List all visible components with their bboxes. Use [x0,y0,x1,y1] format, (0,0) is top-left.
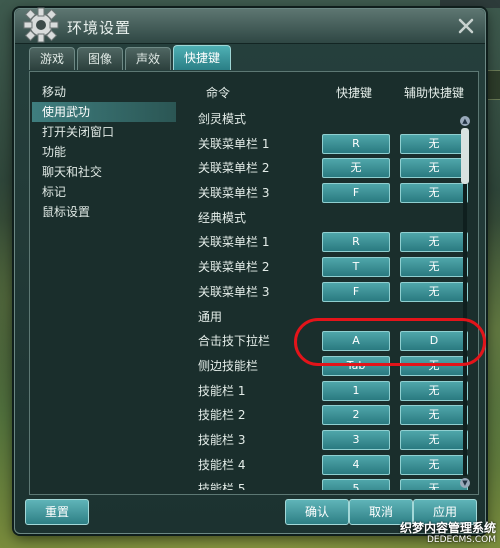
gear-icon [23,7,59,43]
table-row: 技能栏 2 2 无 [186,402,470,427]
confirm-button[interactable]: 确认 [285,499,349,525]
section-label: 通用 [198,309,223,324]
table-row: 技能栏 5 5 无 [186,476,470,490]
command-label: 关联菜单栏 1 [198,136,270,151]
tab-hotkeys[interactable]: 快捷键 [173,45,232,70]
table-row: 关联菜单栏 2 无 无 [186,155,470,180]
table-row: 关联菜单栏 3 F 无 [186,180,470,205]
category-chat-social[interactable]: 聊天和社交 [32,162,182,182]
command-label: 关联菜单栏 2 [198,161,270,176]
close-icon[interactable] [457,17,475,35]
command-label: 关联菜单栏 2 [198,260,270,275]
command-label: 技能栏 5 [198,482,246,490]
tab-graphics[interactable]: 图像 [77,47,124,70]
table-header: 命令 快捷键 辅助快捷键 [186,84,470,102]
title-bar[interactable]: 环境设置 [15,7,485,44]
table-row: 关联菜单栏 1 R 无 [186,229,470,254]
category-mouse-settings[interactable]: 鼠标设置 [32,202,182,222]
table-row: 关联菜单栏 1 R 无 [186,131,470,156]
reset-button[interactable]: 重置 [25,499,89,525]
hotkey-button[interactable]: T [322,257,390,278]
tab-bar: 游戏 图像 声效 快捷键 [29,45,232,71]
table-row: 关联菜单栏 2 T 无 [186,254,470,279]
command-label: 关联菜单栏 1 [198,235,270,250]
alt-hotkey-button[interactable]: 无 [400,454,468,475]
section-row: 经典模式 [186,205,470,230]
category-list: 移动 使用武功 打开关闭窗口 功能 聊天和社交 标记 鼠标设置 [32,74,182,490]
hotkey-button[interactable]: 无 [322,158,390,179]
watermark-line2: DEDECMS.COM [427,535,496,545]
hotkey-button[interactable]: F [322,183,390,204]
command-label: 关联菜单栏 3 [198,186,270,201]
hotkey-button[interactable]: F [322,281,390,302]
hotkey-button[interactable]: 4 [322,454,390,475]
game-hud-top [440,0,500,8]
command-label: 技能栏 4 [198,457,246,472]
tab-sound[interactable]: 声效 [125,47,172,70]
scrollbar[interactable]: ▲ ▼ [460,116,470,488]
alt-hotkey-button[interactable]: 无 [400,158,468,179]
alt-hotkey-button[interactable]: 无 [400,232,468,253]
header-hotkey: 快捷键 [336,86,373,100]
hotkey-button[interactable]: R [322,232,390,253]
command-label: 技能栏 3 [198,432,246,447]
command-label: 侧边技能栏 [198,358,259,373]
command-label: 技能栏 2 [198,408,246,423]
header-command: 命令 [206,86,231,100]
scroll-thumb[interactable] [461,128,469,184]
alt-hotkey-button[interactable]: 无 [400,257,468,278]
category-move[interactable]: 移动 [32,82,182,102]
alt-hotkey-button[interactable]: 无 [400,183,468,204]
table-row: 技能栏 3 3 无 [186,427,470,452]
hotkey-button[interactable]: R [322,133,390,154]
section-row: 剑灵模式 [186,106,470,131]
command-label: 技能栏 1 [198,383,246,398]
hotkey-button[interactable]: 5 [322,479,390,490]
category-function[interactable]: 功能 [32,142,182,162]
header-alt-hotkey: 辅助快捷键 [404,86,465,100]
game-hud-right [486,70,500,100]
hotkey-panel: 移动 使用武功 打开关闭窗口 功能 聊天和社交 标记 鼠标设置 命令 快捷键 辅… [29,71,479,495]
scroll-down-arrow-icon[interactable]: ▼ [460,478,470,488]
watermark-line1: 织梦内容管理系统 [399,521,496,535]
command-label: 合击技下拉栏 [198,334,271,349]
scroll-up-arrow-icon[interactable]: ▲ [460,116,470,126]
table-row: 技能栏 1 1 无 [186,378,470,403]
section-label: 经典模式 [198,210,247,225]
alt-hotkey-button[interactable]: 无 [400,479,468,490]
alt-hotkey-button[interactable]: 无 [400,281,468,302]
category-open-close-window[interactable]: 打开关闭窗口 [32,122,182,142]
settings-window: 环境设置 游戏 图像 声效 快捷键 移动 使用武功 打开关闭窗口 功能 聊天和社… [14,7,486,534]
alt-hotkey-button[interactable]: 无 [400,380,468,401]
command-label: 关联菜单栏 3 [198,284,270,299]
category-use-skills[interactable]: 使用武功 [32,102,176,122]
hotkey-button[interactable]: 2 [322,405,390,426]
hotkey-table: 命令 快捷键 辅助快捷键 剑灵模式 关联菜单栏 1 R 无 关联菜单栏 2 无 … [186,74,470,490]
tab-game[interactable]: 游戏 [29,47,76,70]
hotkey-button[interactable]: 3 [322,429,390,450]
watermark: 织梦内容管理系统 DEDECMS.COM [400,522,496,546]
section-label: 剑灵模式 [198,112,247,126]
red-highlight-circle [294,318,486,366]
window-title: 环境设置 [67,19,132,37]
hotkey-button[interactable]: 1 [322,380,390,401]
category-marker[interactable]: 标记 [32,182,182,202]
alt-hotkey-button[interactable]: 无 [400,405,468,426]
table-row: 技能栏 4 4 无 [186,452,470,477]
table-body: 剑灵模式 关联菜单栏 1 R 无 关联菜单栏 2 无 无 关联菜单栏 3 F 无 [186,106,470,490]
alt-hotkey-button[interactable]: 无 [400,429,468,450]
alt-hotkey-button[interactable]: 无 [400,133,468,154]
table-row: 关联菜单栏 3 F 无 [186,279,470,304]
